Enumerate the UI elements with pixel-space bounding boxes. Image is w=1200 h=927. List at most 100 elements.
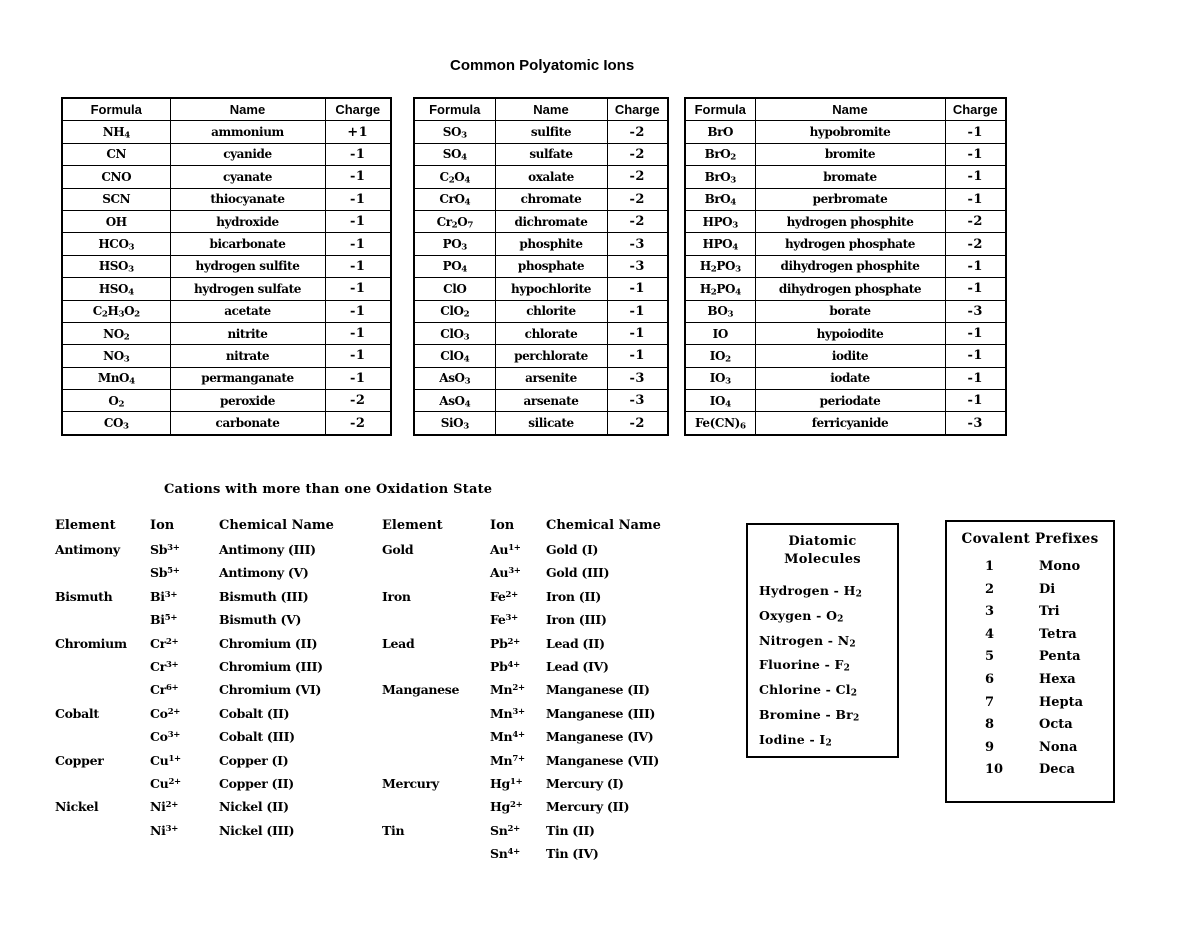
charge-cell: -1 [324, 277, 392, 301]
formula-cell: C2H3O2 [61, 299, 171, 323]
ion-cell: Bi5+ [150, 612, 178, 628]
charge-cell: -1 [324, 165, 392, 189]
charge-cell: -3 [606, 232, 669, 256]
table-row: IO hypoiodite -1 [684, 321, 1007, 346]
ion-cell: Cr6+ [150, 682, 179, 698]
table-row: ClO hypochlorite -1 [413, 277, 669, 301]
chemical-name-cell: Iron (III) [546, 612, 607, 628]
header-formula: Formula [61, 97, 171, 122]
table-row: Cr2O7 dichromate -2 [413, 209, 669, 234]
table-row: SO3 sulfite -2 [413, 120, 669, 144]
table-row: ClO2 chlorite -1 [413, 299, 669, 323]
chemical-name-cell: Gold (I) [546, 542, 599, 557]
charge-cell: -1 [944, 142, 1007, 167]
formula-cell: AsO3 [413, 366, 496, 391]
name-cell: hypoiodite [754, 321, 946, 346]
chemical-name-cell: Chromium (III) [219, 659, 323, 674]
formula-cell: ClO [413, 277, 496, 301]
charge-cell: -1 [324, 232, 392, 256]
prefix-number: 8 [985, 717, 995, 733]
charge-cell: -2 [606, 187, 669, 211]
charge-cell: -2 [944, 209, 1007, 234]
charge-cell: -1 [944, 165, 1007, 189]
name-cell: ammonium [169, 120, 326, 144]
formula-cell: NH4 [61, 120, 171, 144]
charge-cell: -1 [606, 344, 669, 368]
formula-cell: BO3 [684, 299, 756, 323]
name-cell: oxalate [494, 165, 608, 189]
table-row: HPO3 hydrogen phosphite -2 [684, 209, 1007, 234]
ion-cell: Sn4+ [490, 846, 520, 862]
name-cell: carbonate [169, 411, 326, 436]
diatomic-item: Hydrogen - H2 [759, 583, 863, 600]
name-cell: perchlorate [494, 344, 608, 368]
chemical-name-cell: Iron (II) [546, 588, 602, 604]
charge-cell: -3 [606, 254, 669, 279]
ion-cell: Sb5+ [150, 565, 180, 581]
charge-cell: -1 [944, 366, 1007, 391]
charge-cell: -2 [606, 165, 669, 189]
header-chemical-name: Chemical Name [219, 518, 334, 533]
table-header-row: Formula Name Charge [684, 97, 1007, 122]
chemical-name-cell: Lead (II) [546, 635, 605, 651]
formula-cell: PO4 [413, 254, 496, 279]
name-cell: ferricyanide [754, 411, 946, 436]
covalent-prefixes-box: Covalent Prefixes 1 Mono 2 Di 3 Tri 4 Tetra 5 Pen… [945, 520, 1115, 803]
chemical-name-cell: Bismuth (V) [219, 612, 302, 628]
formula-cell: ClO2 [413, 299, 496, 323]
charge-cell: -1 [324, 187, 392, 211]
ion-cell: Mn3+ [490, 705, 525, 721]
charge-cell: -1 [324, 321, 392, 346]
cations-title: Cations with more than one Oxidation Sta… [164, 482, 493, 497]
header-formula: Formula [684, 97, 756, 122]
name-cell: dichromate [494, 209, 608, 234]
formula-cell: ClO3 [413, 321, 496, 346]
table-row: NH4 ammonium +1 [61, 120, 392, 144]
chemical-name-cell: Mercury (II) [546, 799, 630, 815]
table-row: CO3 carbonate -2 [61, 411, 392, 436]
formula-cell: BrO [684, 120, 756, 144]
prefix-name: Tri [1039, 604, 1060, 620]
table-header-row: Formula Name Charge [61, 97, 392, 122]
prefix-name: Nona [1039, 739, 1078, 755]
chemical-name-cell: Copper (I) [219, 752, 289, 768]
chemical-name-cell: Chromium (VI) [219, 682, 322, 698]
ion-cell: Cr3+ [150, 659, 179, 674]
charge-cell: -1 [606, 321, 669, 346]
name-cell: phosphite [494, 232, 608, 256]
header-ion: Ion [150, 518, 175, 533]
table-row: HSO4 hydrogen sulfate -1 [61, 277, 392, 301]
ion-cell: Hg1+ [490, 776, 523, 791]
prefix-name: Hexa [1039, 672, 1076, 687]
diatomic-title-line-2: Molecules [784, 552, 861, 567]
chemical-name-cell: Copper (II) [219, 776, 294, 791]
table-row: BrO hypobromite -1 [684, 120, 1007, 144]
table-row: C2O4 oxalate -2 [413, 165, 669, 189]
formula-cell: ClO4 [413, 344, 496, 368]
table-row: PO3 phosphite -3 [413, 232, 669, 256]
element-cell: Nickel [55, 799, 99, 815]
formula-cell: BrO4 [684, 187, 756, 211]
charge-cell: -1 [944, 254, 1007, 279]
table-row: HCO3 bicarbonate -1 [61, 232, 392, 256]
diatomic-item: Oxygen - O2 [759, 607, 844, 625]
charge-cell: -1 [324, 209, 392, 234]
formula-cell: SiO3 [413, 411, 496, 436]
table-row: H2PO4 dihydrogen phosphate -1 [684, 277, 1007, 301]
table-row: OH hydroxide -1 [61, 209, 392, 234]
table-row: C2H3O2 acetate -1 [61, 299, 392, 323]
table-row: NO2 nitrite -1 [61, 321, 392, 346]
charge-cell: -3 [944, 299, 1007, 323]
chemical-name-cell: Cobalt (II) [219, 705, 290, 721]
prefix-number: 5 [985, 649, 995, 665]
charge-cell: -1 [324, 142, 392, 167]
prefix-number: 4 [985, 626, 995, 642]
table-header-row: Formula Name Charge [413, 97, 669, 122]
table-row: PO4 phosphate -3 [413, 254, 669, 279]
prefix-number: 3 [985, 604, 995, 620]
charge-cell: -2 [324, 411, 392, 436]
header-charge: Charge [606, 97, 669, 122]
chemical-name-cell: Manganese (IV) [546, 729, 654, 745]
name-cell: phosphate [494, 254, 608, 279]
name-cell: thiocyanate [169, 187, 326, 211]
